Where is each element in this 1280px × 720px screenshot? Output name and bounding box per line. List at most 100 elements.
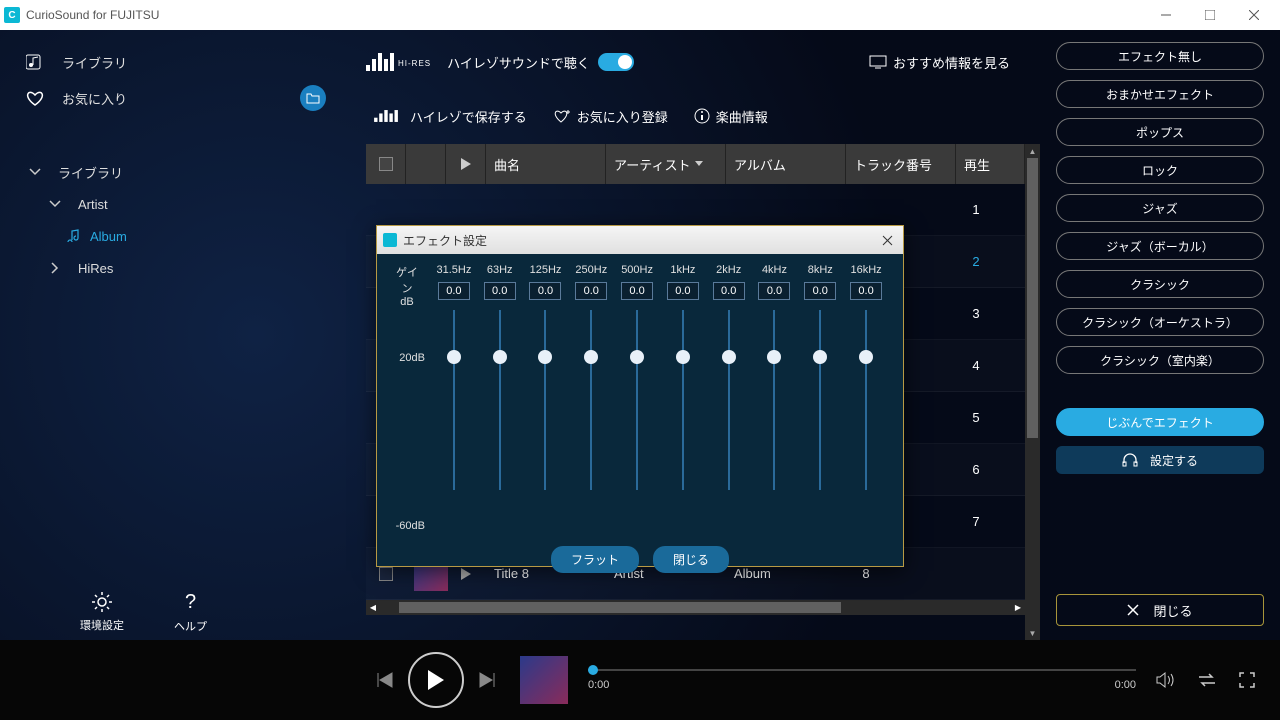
repeat-icon[interactable] [1196, 672, 1218, 688]
effect-settings-button[interactable]: 設定する [1056, 446, 1264, 474]
gain-input[interactable] [575, 282, 607, 300]
gain-input[interactable] [667, 282, 699, 300]
tree-hires-label: HiRes [78, 261, 113, 276]
eq-band-5: 1kHz [660, 264, 706, 490]
effect-none-button[interactable]: エフェクト無し [1056, 42, 1264, 70]
slider-thumb[interactable] [859, 350, 873, 364]
gain-input[interactable] [713, 282, 745, 300]
headphones-icon [1122, 453, 1138, 467]
col-title[interactable]: 曲名 [486, 144, 606, 184]
flat-button[interactable]: フラット [551, 546, 639, 573]
help-button[interactable]: ? ヘルプ [174, 591, 207, 634]
col-trackno[interactable]: トラック番号 [846, 144, 956, 184]
freq-label: 63Hz [487, 264, 513, 280]
freq-label: 125Hz [530, 264, 562, 280]
col-play[interactable]: 再生 [956, 144, 1025, 184]
gain-input[interactable] [758, 282, 790, 300]
previous-button[interactable] [376, 672, 394, 688]
info-icon [694, 108, 710, 124]
slider-thumb[interactable] [447, 350, 461, 364]
maximize-button[interactable] [1188, 0, 1232, 30]
slider-thumb[interactable] [630, 350, 644, 364]
eq-slider[interactable] [865, 310, 867, 490]
freq-label: 31.5Hz [436, 264, 471, 280]
dialog-title: エフェクト設定 [403, 232, 487, 249]
tree-item-album[interactable]: Album [18, 220, 350, 252]
freq-label: 8kHz [808, 264, 833, 280]
track-info-button[interactable]: 楽曲情報 [694, 107, 768, 126]
favorite-register-button[interactable]: お気に入り登録 [553, 107, 668, 126]
slider-thumb[interactable] [722, 350, 736, 364]
tree-item-artist[interactable]: Artist [18, 188, 350, 220]
gain-input[interactable] [850, 282, 882, 300]
col-artist[interactable]: アーティスト [606, 144, 726, 184]
seek-bar[interactable] [588, 669, 1136, 671]
effect-classic-button[interactable]: クラシック [1056, 270, 1264, 298]
track-info-label: 楽曲情報 [716, 107, 768, 126]
effect-jazz-button[interactable]: ジャズ [1056, 194, 1264, 222]
eq-band-7: 4kHz [752, 264, 798, 490]
gain-input[interactable] [621, 282, 653, 300]
eq-slider[interactable] [590, 310, 592, 490]
hires-toggle[interactable] [598, 53, 634, 71]
tree-album-label: Album [90, 229, 127, 244]
dialog-close-btn[interactable]: 閉じる [653, 546, 729, 573]
effect-classic-orch-button[interactable]: クラシック（オーケストラ） [1056, 308, 1264, 336]
heart-icon [24, 87, 46, 109]
effect-auto-button[interactable]: おまかせエフェクト [1056, 80, 1264, 108]
eq-slider[interactable] [544, 310, 546, 490]
music-note-icon [66, 228, 82, 244]
tree-artist-label: Artist [78, 197, 108, 212]
dialog-close-button[interactable] [877, 230, 897, 250]
eq-slider[interactable] [682, 310, 684, 490]
tree-root-library[interactable]: ライブラリ [18, 156, 350, 188]
eq-slider[interactable] [636, 310, 638, 490]
gain-input[interactable] [484, 282, 516, 300]
col-album[interactable]: アルバム [726, 144, 846, 184]
volume-icon[interactable] [1156, 671, 1176, 689]
eq-slider[interactable] [819, 310, 821, 490]
save-hires-button[interactable]: ハイレゾで保存する [372, 107, 527, 126]
effect-rock-button[interactable]: ロック [1056, 156, 1264, 184]
tree: ライブラリ Artist Album HiRes [0, 156, 350, 284]
env-settings-button[interactable]: 環境設定 [80, 591, 124, 634]
recommended-link[interactable]: おすすめ情報を見る [869, 53, 1010, 72]
eq-slider[interactable] [453, 310, 455, 490]
eq-slider[interactable] [773, 310, 775, 490]
sidebar-library[interactable]: ライブラリ [20, 44, 330, 80]
close-button[interactable] [1232, 0, 1276, 30]
freq-label: 4kHz [762, 264, 787, 280]
minimize-button[interactable] [1144, 0, 1188, 30]
effect-pops-button[interactable]: ポップス [1056, 118, 1264, 146]
slider-thumb[interactable] [676, 350, 690, 364]
slider-thumb[interactable] [813, 350, 827, 364]
play-button[interactable] [408, 652, 464, 708]
slider-thumb[interactable] [493, 350, 507, 364]
dialog-titlebar[interactable]: エフェクト設定 [377, 226, 903, 254]
eq-band-9: 16kHz [843, 264, 889, 490]
sidebar-favorites[interactable]: お気に入り [20, 80, 330, 116]
panel-close-button[interactable]: 閉じる [1056, 594, 1264, 626]
open-folder-button[interactable] [300, 85, 326, 111]
gain-input[interactable] [804, 282, 836, 300]
gain-input[interactable] [438, 282, 470, 300]
slider-thumb[interactable] [584, 350, 598, 364]
help-icon: ? [185, 591, 196, 614]
heart-plus-icon [553, 109, 571, 123]
freq-label: 500Hz [621, 264, 653, 280]
eq-slider[interactable] [499, 310, 501, 490]
tree-item-hires[interactable]: HiRes [18, 252, 350, 284]
eq-slider[interactable] [728, 310, 730, 490]
select-all-checkbox[interactable] [379, 157, 393, 171]
fullscreen-icon[interactable] [1238, 671, 1256, 689]
monitor-icon [869, 55, 887, 69]
vertical-scrollbar[interactable]: ▲▼ [1025, 144, 1040, 640]
effect-jazz-vocal-button[interactable]: ジャズ（ボーカル） [1056, 232, 1264, 260]
effect-classic-chamber-button[interactable]: クラシック（室内楽） [1056, 346, 1264, 374]
effect-custom-button[interactable]: じぶんでエフェクト [1056, 408, 1264, 436]
slider-thumb[interactable] [767, 350, 781, 364]
horizontal-scrollbar[interactable]: ◀▶ [366, 600, 1025, 615]
slider-thumb[interactable] [538, 350, 552, 364]
gain-input[interactable] [529, 282, 561, 300]
next-button[interactable] [478, 672, 496, 688]
